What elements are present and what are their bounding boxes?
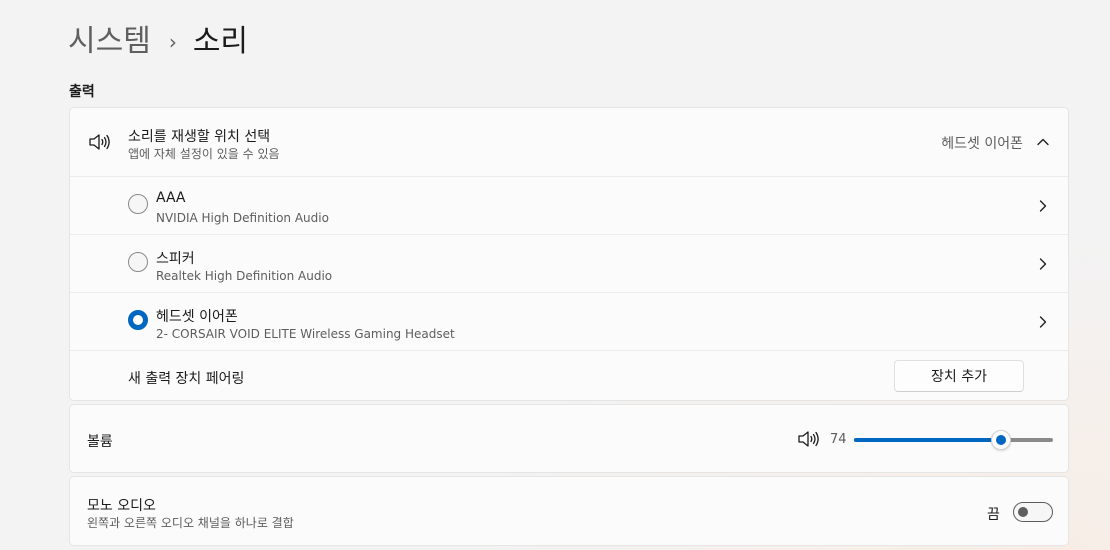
device-name: 헤드셋 이어폰 bbox=[156, 309, 238, 325]
section-label-output: 출력 bbox=[69, 84, 95, 100]
speaker-icon bbox=[89, 134, 110, 150]
volume-value: 74 bbox=[830, 432, 847, 447]
chevron-right-icon[interactable] bbox=[1037, 200, 1049, 212]
volume-slider-fill bbox=[854, 438, 1001, 442]
mono-audio-subtitle: 왼쪽과 오른쪽 오디오 채널을 하나로 결합 bbox=[87, 516, 294, 530]
mono-audio-state: 끔 bbox=[987, 507, 1000, 523]
chevron-right-icon[interactable] bbox=[1037, 258, 1049, 270]
volume-card: 볼륨 74 bbox=[69, 404, 1069, 473]
toggle-knob bbox=[1018, 507, 1028, 517]
output-device-option[interactable]: 스피커 Realtek High Definition Audio bbox=[70, 234, 1068, 292]
breadcrumb-separator: › bbox=[168, 30, 177, 54]
add-device-button[interactable]: 장치 추가 bbox=[894, 360, 1024, 392]
chevron-up-icon[interactable] bbox=[1037, 136, 1049, 148]
pair-device-label: 새 출력 장치 페어링 bbox=[128, 371, 245, 387]
volume-slider-thumb[interactable] bbox=[991, 430, 1011, 450]
chevron-right-icon[interactable] bbox=[1037, 316, 1049, 328]
volume-slider[interactable] bbox=[854, 430, 1053, 450]
output-selector-subtitle: 앱에 자체 설정이 있을 수 있음 bbox=[128, 147, 280, 161]
output-selector-title: 소리를 재생할 위치 선택 bbox=[128, 129, 271, 145]
device-name: AAA bbox=[156, 190, 186, 206]
device-description: NVIDIA High Definition Audio bbox=[156, 211, 329, 225]
mono-audio-card: 모노 오디오 왼쪽과 오른쪽 오디오 채널을 하나로 결합 끔 bbox=[69, 476, 1069, 546]
volume-label: 볼륨 bbox=[87, 434, 113, 450]
speaker-icon[interactable] bbox=[797, 430, 819, 448]
device-radio[interactable] bbox=[128, 194, 148, 214]
device-name: 스피커 bbox=[156, 251, 195, 267]
breadcrumb: 시스템 › 소리 bbox=[68, 22, 248, 62]
breadcrumb-parent[interactable]: 시스템 bbox=[68, 22, 151, 62]
output-device-option[interactable]: AAA NVIDIA High Definition Audio bbox=[70, 176, 1068, 234]
output-device-option[interactable]: 헤드셋 이어폰 2- CORSAIR VOID ELITE Wireless G… bbox=[70, 292, 1068, 350]
device-description: Realtek High Definition Audio bbox=[156, 269, 333, 283]
device-radio[interactable] bbox=[128, 252, 148, 272]
output-device-card: 소리를 재생할 위치 선택 앱에 자체 설정이 있을 수 있음 헤드셋 이어폰 … bbox=[69, 107, 1069, 401]
device-description: 2- CORSAIR VOID ELITE Wireless Gaming He… bbox=[156, 327, 455, 341]
pair-device-row: 새 출력 장치 페어링 장치 추가 bbox=[70, 350, 1068, 401]
output-selector-header[interactable]: 소리를 재생할 위치 선택 앱에 자체 설정이 있을 수 있음 헤드셋 이어폰 bbox=[70, 108, 1068, 176]
device-radio-selected[interactable] bbox=[128, 310, 148, 330]
mono-audio-toggle[interactable] bbox=[1013, 502, 1053, 522]
mono-audio-title: 모노 오디오 bbox=[87, 498, 156, 514]
current-output-device: 헤드셋 이어폰 bbox=[941, 136, 1023, 152]
page-title: 소리 bbox=[192, 24, 249, 59]
